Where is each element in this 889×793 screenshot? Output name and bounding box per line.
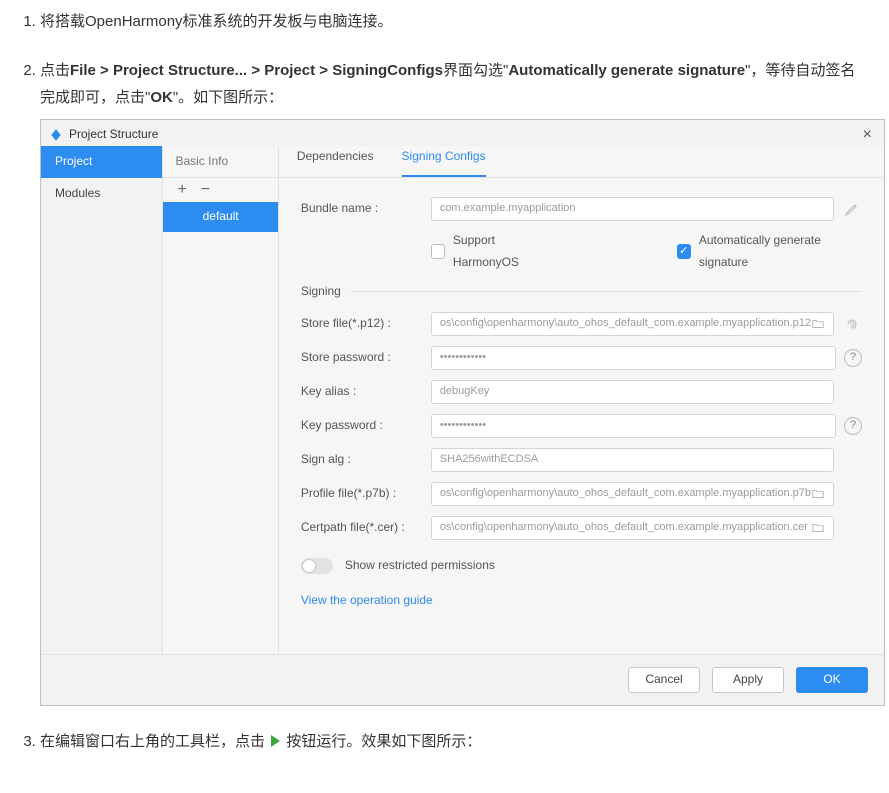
checkbox-auto-generate-signature[interactable]: ✓ Automatically generate signature [677, 230, 862, 273]
tab-signing-configs[interactable]: Signing Configs [402, 146, 486, 177]
deveco-logo-icon [49, 128, 63, 142]
edit-icon[interactable] [842, 199, 862, 219]
label-profile-file: Profile file(*.p7b) : [301, 483, 431, 505]
step-3-pre: 在编辑窗口右上角的工具栏，点击 [40, 733, 265, 750]
config-item-default[interactable]: default [163, 202, 277, 232]
label-restricted-permissions: Show restricted permissions [345, 555, 495, 577]
label-bundle-name: Bundle name : [301, 198, 431, 220]
step-2: 点击File > Project Structure... > Project … [40, 57, 869, 706]
step-3: 在编辑窗口右上角的工具栏，点击 按钮运行。效果如下图所示： [40, 728, 869, 755]
step-2-path: File > Project Structure... > Project > … [70, 62, 443, 79]
nav-item-project[interactable]: Project [41, 146, 162, 178]
tab-basic-info[interactable]: Basic Info [175, 151, 228, 173]
store-password-field[interactable]: •••••••••••• [431, 346, 836, 370]
step-2-auto: Automatically generate signature [508, 62, 745, 79]
help-icon[interactable]: ? [844, 349, 862, 367]
spacer [842, 518, 862, 538]
sign-alg-field[interactable]: SHA256withECDSA [431, 448, 834, 472]
key-alias-field[interactable]: debugKey [431, 380, 834, 404]
key-password-field[interactable]: •••••••••••• [431, 414, 836, 438]
folder-icon[interactable] [811, 521, 825, 535]
left-nav: Project Modules [41, 146, 163, 654]
tab-dependencies[interactable]: Dependencies [297, 146, 374, 177]
help-icon[interactable]: ? [844, 417, 862, 435]
section-signing-title: Signing [301, 281, 341, 303]
nav-item-modules[interactable]: Modules [41, 178, 162, 210]
dialog-title: Project Structure [69, 124, 158, 146]
ok-button[interactable]: OK [796, 667, 868, 693]
label-support-harmonyos: Support HarmonyOS [453, 230, 557, 273]
config-list-column: Basic Info + − default [163, 146, 278, 654]
remove-config-button[interactable]: − [201, 176, 210, 205]
folder-icon[interactable] [811, 487, 825, 501]
checkbox-checked-icon: ✓ [677, 244, 691, 259]
dialog-titlebar: Project Structure × [41, 120, 884, 146]
step-2-ok: OK [150, 89, 173, 106]
step-1-text: 将搭载OpenHarmony标准系统的开发板与电脑连接。 [40, 13, 393, 30]
label-sign-alg: Sign alg : [301, 449, 431, 471]
step-2-mid1: 界面勾选" [443, 62, 508, 79]
toggle-restricted-permissions[interactable] [301, 558, 333, 574]
folder-icon[interactable] [811, 317, 825, 331]
step-2-pre: 点击 [40, 62, 70, 79]
profile-file-field[interactable]: os\config\openharmony\auto_ohos_default_… [431, 482, 834, 506]
label-store-file: Store file(*.p12) : [301, 313, 431, 335]
label-auto-generate-signature: Automatically generate signature [699, 230, 862, 273]
store-file-field[interactable]: os\config\openharmony\auto_ohos_default_… [431, 312, 834, 336]
project-structure-dialog: Project Structure × Project Modules Basi… [40, 119, 885, 706]
bundle-name-field[interactable]: com.example.myapplication [431, 197, 834, 221]
spacer [842, 450, 862, 470]
step-1: 将搭载OpenHarmony标准系统的开发板与电脑连接。 [40, 8, 869, 35]
add-config-button[interactable]: + [177, 176, 186, 205]
step-3-end: 按钮运行。效果如下图所示： [286, 733, 481, 750]
link-operation-guide[interactable]: View the operation guide [301, 590, 433, 612]
certpath-file-field[interactable]: os\config\openharmony\auto_ohos_default_… [431, 516, 834, 540]
label-certpath-file: Certpath file(*.cer) : [301, 517, 431, 539]
section-divider [351, 291, 862, 292]
run-icon [271, 735, 280, 747]
checkbox-unchecked-icon [431, 244, 445, 259]
checkbox-support-harmonyos[interactable]: Support HarmonyOS [431, 230, 557, 273]
right-pane: Dependencies Signing Configs Bundle name… [279, 146, 884, 654]
spacer [842, 382, 862, 402]
apply-button[interactable]: Apply [712, 667, 784, 693]
cancel-button[interactable]: Cancel [628, 667, 700, 693]
label-key-password: Key password : [301, 415, 431, 437]
fingerprint-icon[interactable] [842, 314, 862, 334]
spacer [842, 484, 862, 504]
label-store-password: Store password : [301, 347, 431, 369]
step-2-end: "。如下图所示： [173, 89, 283, 106]
close-icon[interactable]: × [859, 127, 876, 143]
dialog-footer: Cancel Apply OK [41, 654, 884, 705]
label-key-alias: Key alias : [301, 381, 431, 403]
